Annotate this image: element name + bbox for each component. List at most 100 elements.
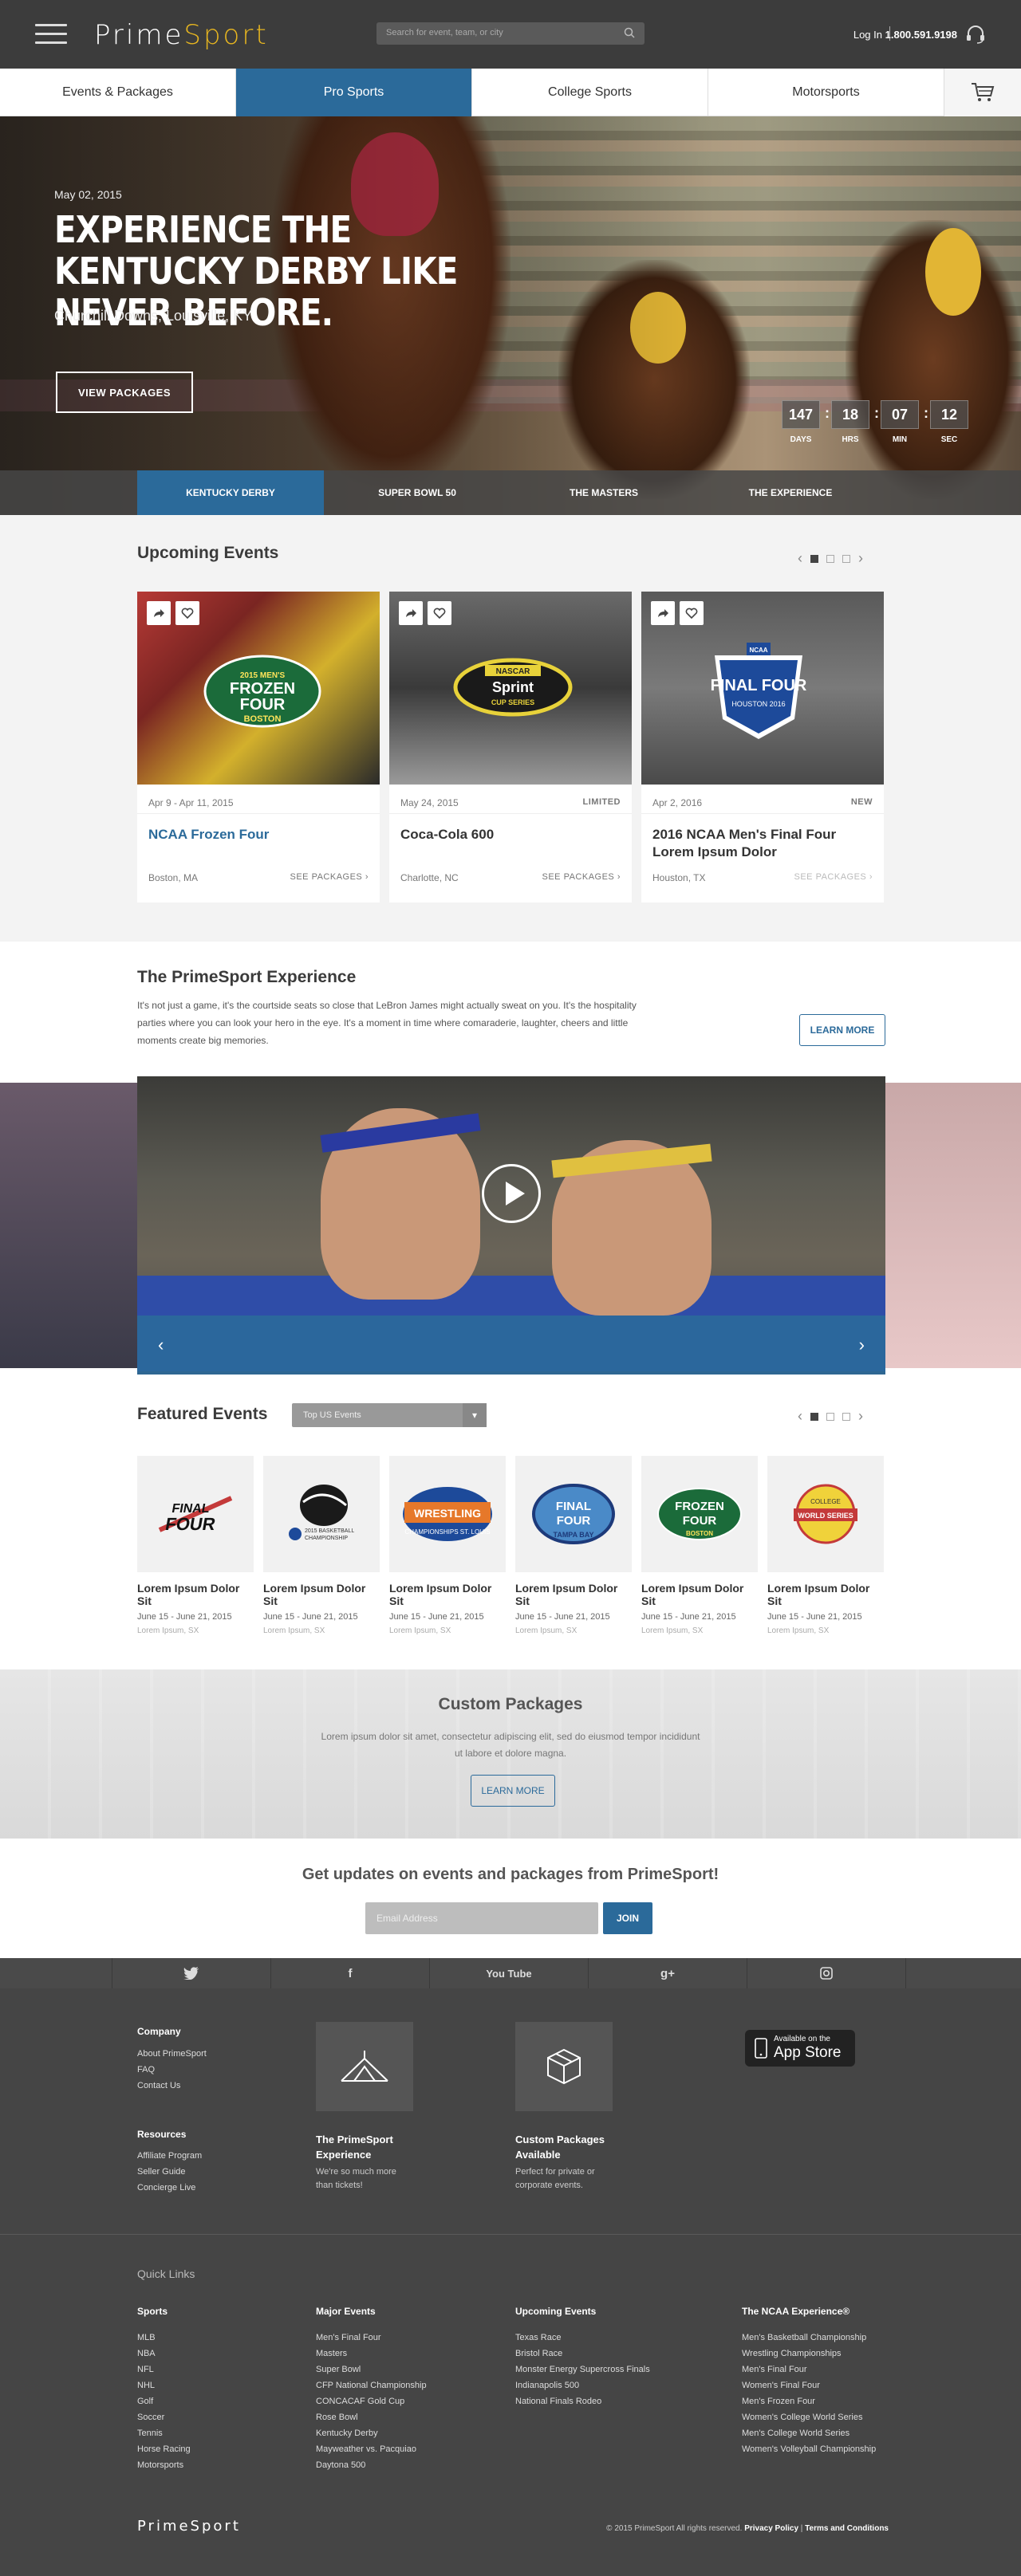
footer-link[interactable]: Women's College World Series <box>742 2409 901 2425</box>
facebook-icon[interactable]: f <box>271 1958 430 1988</box>
footer-link[interactable]: NHL <box>137 2377 297 2393</box>
learn-more-button[interactable]: LEARN MORE <box>799 1014 885 1046</box>
footer-link[interactable]: NFL <box>137 2362 297 2377</box>
heart-icon[interactable] <box>428 601 451 625</box>
event-card[interactable]: 2015 MEN'S FROZEN FOUR BOSTON Apr 9 - Ap… <box>137 592 380 903</box>
chevron-right-icon[interactable]: › <box>858 1408 863 1425</box>
terms-link[interactable]: Terms and Conditions <box>805 2524 889 2533</box>
footer-link[interactable]: Men's College World Series <box>742 2425 901 2441</box>
nav-motorsports[interactable]: Motorsports <box>708 69 944 116</box>
footer-link[interactable]: Tennis <box>137 2425 297 2441</box>
youtube-icon[interactable]: You Tube <box>430 1958 589 1988</box>
footer-link[interactable]: Soccer <box>137 2409 297 2425</box>
featured-event-card[interactable]: FROZEN FOUR BOSTON Lorem Ipsum Dolor Sit J… <box>641 1456 758 1635</box>
hero-tab-masters[interactable]: THE MASTERS <box>510 470 697 515</box>
featured-event-card[interactable]: WORLD SERIES COLLEGE Lorem Ipsum Dolor Si… <box>767 1456 884 1635</box>
search-input[interactable]: Search for event, team, or city <box>376 22 645 45</box>
chevron-left-icon[interactable]: ‹ <box>798 1408 802 1425</box>
footer-link[interactable]: Men's Final Four <box>742 2362 901 2377</box>
footer-experience-block[interactable]: The PrimeSport Experience We're so much … <box>316 2022 443 2193</box>
see-packages-link[interactable]: SEE PACKAGES › <box>290 872 369 882</box>
footer-link[interactable]: National Finals Rodeo <box>515 2393 723 2409</box>
footer-link[interactable]: Affiliate Program <box>137 2148 202 2164</box>
footer-link[interactable]: Daytona 500 <box>316 2457 499 2473</box>
heart-icon[interactable] <box>680 601 704 625</box>
event-name[interactable]: Lorem Ipsum Dolor Sit <box>137 1582 254 1607</box>
see-packages-link[interactable]: SEE PACKAGES › <box>794 872 873 882</box>
event-name[interactable]: Lorem Ipsum Dolor Sit <box>767 1582 884 1607</box>
footer-link[interactable]: NBA <box>137 2346 297 2362</box>
footer-link[interactable]: Golf <box>137 2393 297 2409</box>
footer-link[interactable]: Texas Race <box>515 2330 723 2346</box>
pager-dot[interactable] <box>810 1412 818 1421</box>
hero-tab-experience[interactable]: THE EXPERIENCE <box>697 470 884 515</box>
share-icon[interactable] <box>399 601 423 625</box>
join-button[interactable]: JOIN <box>603 1902 652 1934</box>
pager-dot[interactable] <box>842 554 850 563</box>
nav-college-sports[interactable]: College Sports <box>472 69 708 116</box>
hero-tab-super-bowl[interactable]: SUPER BOWL 50 <box>324 470 510 515</box>
menu-icon[interactable] <box>35 24 67 45</box>
footer-logo[interactable]: PrimeSport <box>137 2518 241 2535</box>
footer-link[interactable]: Masters <box>316 2346 499 2362</box>
footer-link[interactable]: Horse Racing <box>137 2441 297 2457</box>
hero-tab-kentucky-derby[interactable]: KENTUCKY DERBY <box>137 470 324 515</box>
footer-link[interactable]: Men's Final Four <box>316 2330 499 2346</box>
event-name[interactable]: 2016 NCAA Men's Final Four Lorem Ipsum D… <box>652 826 876 861</box>
footer-link[interactable]: MLB <box>137 2330 297 2346</box>
footer-link[interactable]: Women's Volleyball Championship <box>742 2441 901 2457</box>
email-field[interactable]: Email Address <box>365 1902 598 1934</box>
footer-link[interactable]: Men's Basketball Championship <box>742 2330 901 2346</box>
event-name[interactable]: Lorem Ipsum Dolor Sit <box>641 1582 758 1607</box>
footer-link[interactable]: CFP National Championship <box>316 2377 499 2393</box>
event-card[interactable]: FINAL FOUR HOUSTON 2016 NCAA Apr 2, 2016… <box>641 592 884 903</box>
custom-learn-more-button[interactable]: LEARN MORE <box>471 1775 555 1807</box>
chevron-left-icon[interactable]: ‹ <box>158 1335 164 1355</box>
footer-link[interactable]: Super Bowl <box>316 2362 499 2377</box>
search-icon[interactable] <box>624 27 635 38</box>
see-packages-link[interactable]: SEE PACKAGES › <box>542 872 621 882</box>
footer-link[interactable]: Seller Guide <box>137 2164 202 2180</box>
view-packages-button[interactable]: VIEW PACKAGES <box>56 372 193 413</box>
nav-pro-sports[interactable]: Pro Sports <box>236 69 472 116</box>
footer-link[interactable]: Men's Frozen Four <box>742 2393 901 2409</box>
nav-events-packages[interactable]: Events & Packages <box>0 69 236 116</box>
event-name[interactable]: Lorem Ipsum Dolor Sit <box>389 1582 506 1607</box>
footer-link[interactable]: Mayweather vs. Pacquiao <box>316 2441 499 2457</box>
event-card[interactable]: NASCAR Sprint CUP SERIES May 24, 2015 LI… <box>389 592 632 903</box>
event-name[interactable]: Lorem Ipsum Dolor Sit <box>515 1582 632 1607</box>
chevron-right-icon[interactable]: › <box>859 1335 865 1355</box>
google-plus-icon[interactable]: g+ <box>589 1958 747 1988</box>
footer-link[interactable]: Bristol Race <box>515 2346 723 2362</box>
login-link[interactable]: Log In <box>853 29 882 41</box>
logo[interactable]: PrimeSport <box>94 19 269 51</box>
instagram-icon[interactable] <box>747 1958 906 1988</box>
featured-event-card[interactable]: WRESTLING CHAMPIONSHIPS ST. LOUIS Lorem I… <box>389 1456 506 1635</box>
footer-link[interactable]: CONCACAF Gold Cup <box>316 2393 499 2409</box>
phone-number[interactable]: 1.800.591.9198 <box>885 29 957 41</box>
play-icon[interactable] <box>482 1164 541 1223</box>
footer-link[interactable]: Contact Us <box>137 2078 207 2094</box>
footer-link[interactable]: Concierge Live <box>137 2180 202 2196</box>
pager-dot[interactable] <box>826 554 834 563</box>
featured-event-card[interactable]: 2015 BASKETBALL CHAMPIONSHIP Lorem Ipsum … <box>263 1456 380 1635</box>
cart-button[interactable] <box>944 69 1021 116</box>
chevron-left-icon[interactable]: ‹ <box>798 550 802 567</box>
video-player[interactable]: ‹ › <box>137 1076 885 1375</box>
footer-link[interactable]: FAQ <box>137 2062 207 2078</box>
footer-custom-block[interactable]: Custom Packages Available Perfect for pr… <box>515 2022 643 2193</box>
event-name[interactable]: NCAA Frozen Four <box>148 826 372 844</box>
privacy-policy-link[interactable]: Privacy Policy <box>744 2524 798 2533</box>
event-name[interactable]: Coca-Cola 600 <box>400 826 624 844</box>
featured-select[interactable]: Top US Events ▾ <box>292 1403 487 1427</box>
heart-icon[interactable] <box>175 601 199 625</box>
footer-link[interactable]: Women's Final Four <box>742 2377 901 2393</box>
featured-event-card[interactable]: FINAL FOUR TAMPA BAY Lorem Ipsum Dolor Sit… <box>515 1456 632 1635</box>
featured-event-card[interactable]: FINAL FOUR Lorem Ipsum Dolor Sit June 15 … <box>137 1456 254 1635</box>
twitter-icon[interactable] <box>112 1958 271 1988</box>
chevron-right-icon[interactable]: › <box>858 550 863 567</box>
footer-link[interactable]: About PrimeSport <box>137 2046 207 2062</box>
footer-link[interactable]: Rose Bowl <box>316 2409 499 2425</box>
footer-link[interactable]: Wrestling Championships <box>742 2346 901 2362</box>
footer-link[interactable]: Indianapolis 500 <box>515 2377 723 2393</box>
